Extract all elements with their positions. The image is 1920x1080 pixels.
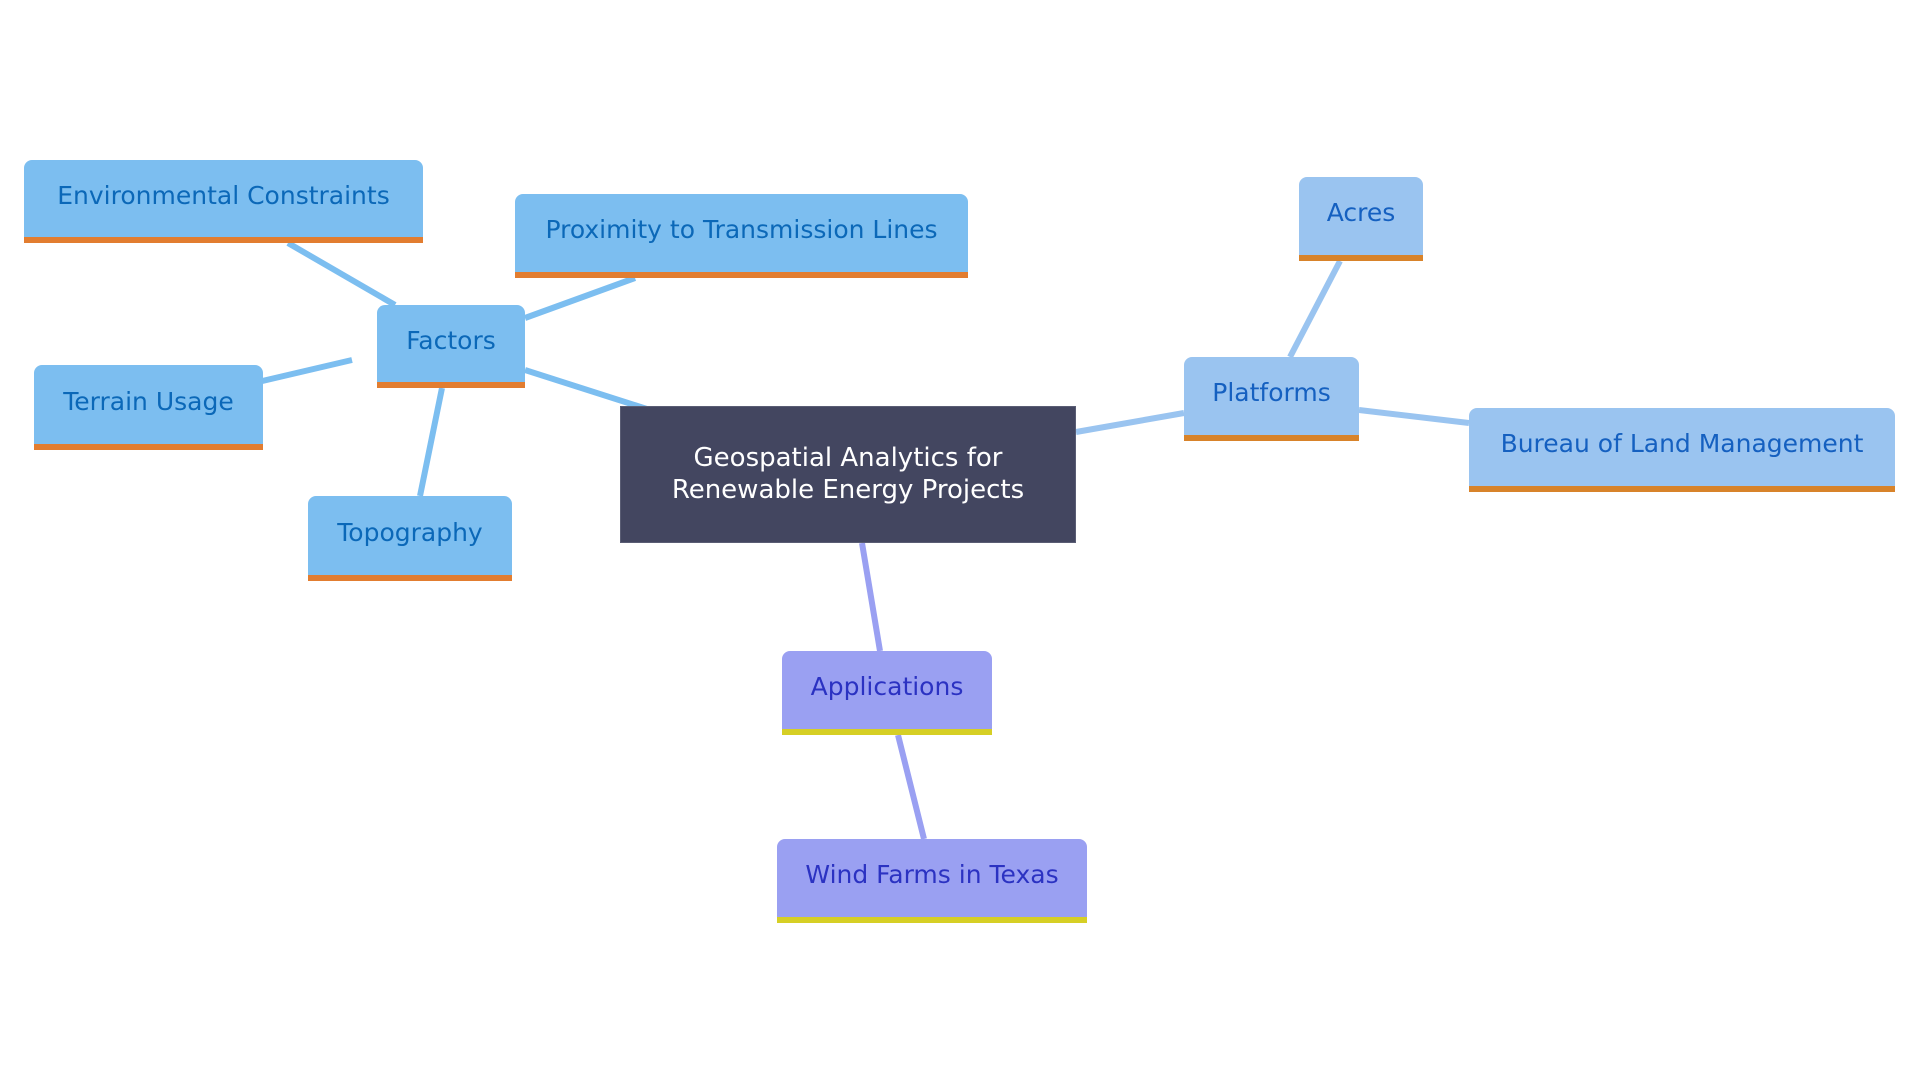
node-bureau-of-land-management[interactable]: Bureau of Land Management	[1469, 408, 1895, 492]
edge-platforms-acres	[1287, 259, 1343, 359]
node-environmental-constraints-label: Environmental Constraints	[57, 180, 390, 210]
node-wind-farms-texas[interactable]: Wind Farms in Texas	[777, 839, 1087, 923]
node-topography[interactable]: Topography	[308, 496, 512, 581]
edge-applications-windfarms	[895, 734, 927, 840]
node-wind-farms-texas-label: Wind Farms in Texas	[805, 860, 1059, 889]
node-applications[interactable]: Applications	[782, 651, 992, 735]
root-node[interactable]: Geospatial Analytics for Renewable Energ…	[620, 406, 1076, 543]
node-factors[interactable]: Factors	[377, 305, 525, 388]
node-bureau-of-land-management-label: Bureau of Land Management	[1500, 429, 1864, 458]
node-proximity-transmission-lines-label: Proximity to Transmission Lines	[545, 215, 938, 244]
edge-root-platforms	[1075, 410, 1185, 435]
node-terrain-usage[interactable]: Terrain Usage	[34, 365, 263, 450]
node-platforms[interactable]: Platforms	[1184, 357, 1359, 441]
edge-root-factors	[524, 367, 651, 413]
node-proximity-transmission-lines[interactable]: Proximity to Transmission Lines	[515, 194, 968, 278]
edge-root-applications	[859, 542, 883, 652]
node-acres[interactable]: Acres	[1299, 177, 1423, 261]
edge-platforms-blm	[1358, 407, 1470, 426]
node-terrain-usage-label: Terrain Usage	[63, 386, 234, 416]
node-applications-label: Applications	[810, 672, 964, 701]
node-environmental-constraints[interactable]: Environmental Constraints	[24, 160, 423, 243]
node-platforms-label: Platforms	[1212, 378, 1331, 407]
edge-factors-topography	[417, 387, 445, 497]
edge-factors-environmental	[286, 240, 397, 308]
node-factors-label: Factors	[406, 325, 496, 355]
node-acres-label: Acres	[1326, 198, 1396, 227]
edge-factors-proximity	[523, 275, 637, 321]
root-label: Geospatial Analytics for Renewable Energ…	[671, 443, 1025, 505]
node-topography-label: Topography	[337, 517, 483, 547]
